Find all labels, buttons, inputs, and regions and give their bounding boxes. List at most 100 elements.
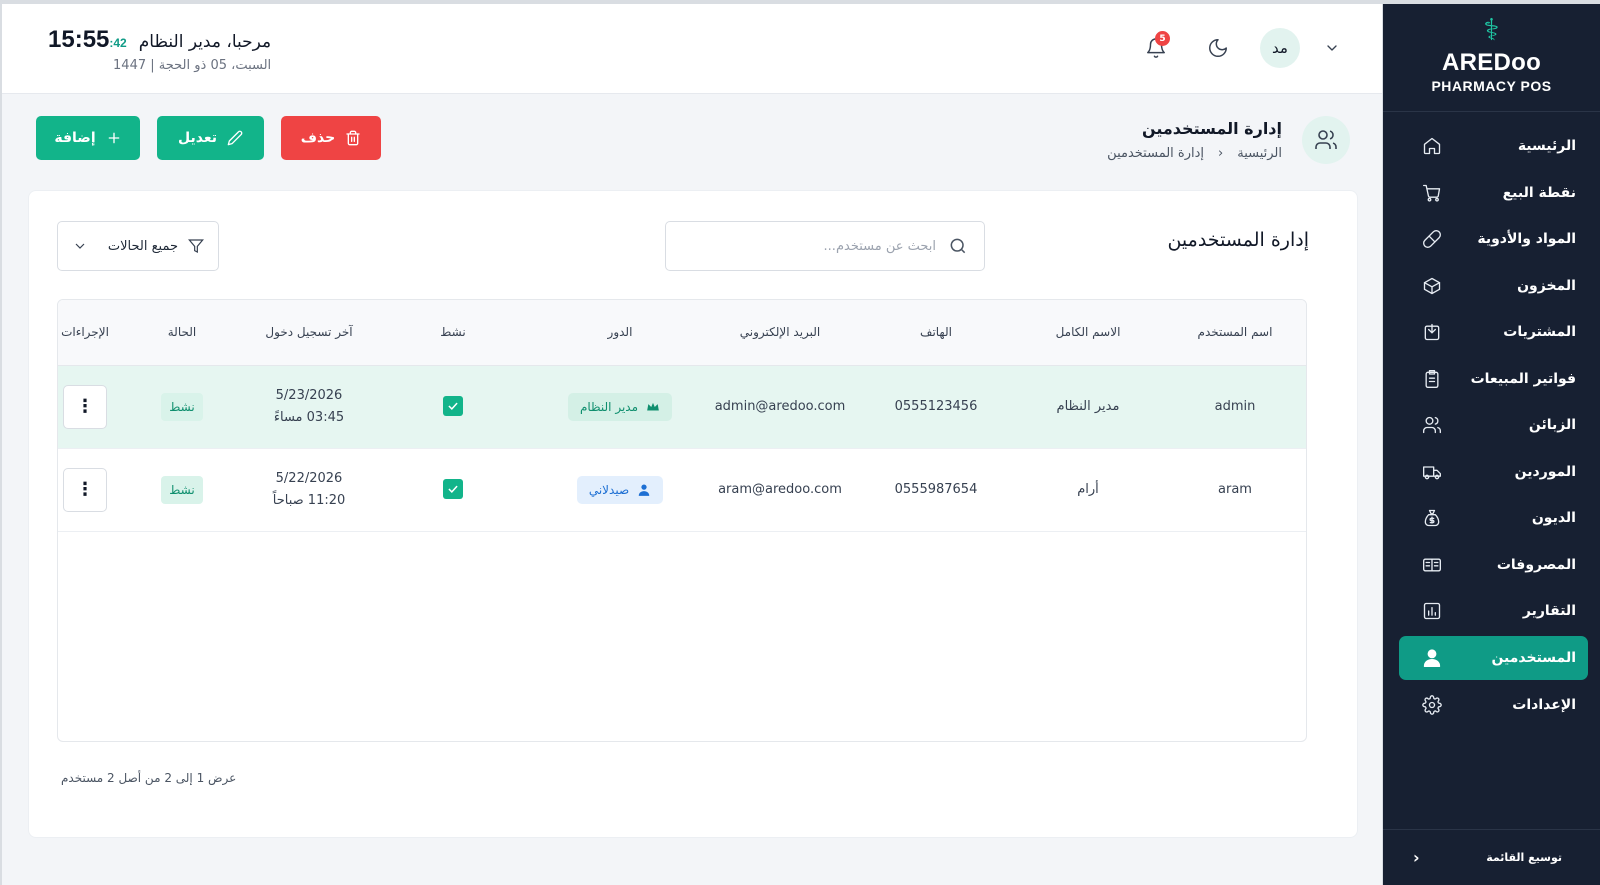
breadcrumb-home[interactable]: الرئيسية	[1237, 146, 1282, 161]
row-actions-button[interactable]: ⋮	[63, 384, 107, 429]
box-icon	[1421, 275, 1443, 297]
cell-actions: ⋮	[58, 448, 112, 532]
user-menu-toggle[interactable]	[1322, 28, 1342, 68]
role-badge-label: مدير النظام	[579, 399, 639, 414]
pencil-icon	[227, 130, 243, 146]
sidebar-item-label: الموردين	[1514, 463, 1576, 480]
more-vertical-icon: ⋮	[76, 478, 94, 500]
sidebar-item-settings[interactable]: الإعدادات	[1399, 683, 1588, 727]
sidebar-item-label: فواتير المبيعات	[1470, 370, 1576, 387]
edit-button[interactable]: تعديل	[157, 116, 264, 160]
cell-role: مدير النظام	[540, 365, 700, 449]
sidebar-item-label: الديون	[1531, 510, 1576, 526]
breadcrumb-separator-icon: ‹	[1218, 146, 1224, 161]
sidebar-item-inventory[interactable]: المخزون	[1399, 264, 1588, 308]
avatar[interactable]: مد	[1260, 28, 1300, 68]
active-checkbox[interactable]	[443, 479, 463, 499]
cell-status: نشط	[112, 365, 252, 449]
chevron-down-icon	[75, 243, 85, 249]
sidebar-item-reports[interactable]: التقارير	[1399, 589, 1588, 633]
column-active[interactable]: نشط	[366, 300, 540, 366]
sidebar-item-debts[interactable]: الديون	[1399, 496, 1588, 540]
column-phone[interactable]: الهاتف	[860, 300, 1012, 366]
sidebar-item-suppliers[interactable]: الموردين	[1399, 450, 1588, 494]
active-checkbox[interactable]	[443, 396, 463, 416]
add-button[interactable]: إضافة	[36, 116, 140, 160]
cell-username: admin	[1164, 365, 1306, 449]
notifications-button[interactable]: 5	[1136, 28, 1176, 68]
sidebar-item-purchases[interactable]: المشتريات	[1399, 310, 1588, 354]
more-vertical-icon: ⋮	[76, 395, 94, 417]
card-title: إدارة المستخدمين	[1167, 229, 1309, 251]
search-box[interactable]	[665, 221, 985, 271]
sidebar-item-customers[interactable]: الزبائن	[1399, 403, 1588, 447]
date-text: السبت، 05 ذو الحجة | 1447	[113, 58, 272, 73]
column-actions: الإجراءات	[58, 300, 112, 366]
expand-sidebar-button[interactable]: توسيع القائمة ‹	[1383, 829, 1600, 885]
theme-toggle-button[interactable]	[1198, 28, 1238, 68]
purchase-icon	[1421, 321, 1443, 343]
role-badge: صيدلاني	[576, 475, 664, 504]
cell-actions: ⋮	[58, 365, 112, 449]
last-login-time: 03:45 مساءً	[273, 409, 345, 425]
sidebar-item-label: التقارير	[1522, 603, 1576, 619]
add-button-label: إضافة	[54, 130, 96, 146]
sidebar-item-pos[interactable]: نقطة البيع	[1399, 171, 1588, 215]
column-fullname[interactable]: الاسم الكامل	[1012, 300, 1164, 366]
brand-subtitle: PHARMACY POS	[1431, 78, 1552, 94]
search-input[interactable]	[686, 238, 936, 254]
brand-name: AREDoo	[1441, 49, 1542, 76]
filter-icon	[188, 239, 204, 253]
cell-role: صيدلاني	[540, 448, 700, 532]
page-header: إدارة المستخدمين الرئيسية ‹ إدارة المستخ…	[2, 116, 1382, 166]
row-actions-button[interactable]: ⋮	[63, 467, 107, 512]
cell-active	[366, 365, 540, 449]
column-email[interactable]: البريد الإلكتروني	[700, 300, 860, 366]
last-login-date: 5/22/2026	[275, 470, 343, 486]
search-icon	[950, 238, 966, 254]
main-area: 15:55:42 مرحبا، مدير النظام السبت، 05 ذو…	[2, 4, 1382, 885]
home-icon	[1421, 135, 1443, 157]
sidebar-item-expenses[interactable]: المصروفات	[1399, 543, 1588, 587]
money-bag-icon	[1421, 507, 1443, 529]
top-bar: 15:55:42 مرحبا، مدير النظام السبت، 05 ذو…	[2, 4, 1382, 94]
sidebar: ⚕ AREDoo PHARMACY POS الرئيسية نقطة البي…	[1383, 4, 1600, 885]
table-header-row: اسم المستخدم الاسم الكامل الهاتف البريد …	[58, 300, 1306, 366]
column-last-login[interactable]: آخر تسجيل دخول	[252, 300, 366, 366]
wallet-icon	[1421, 554, 1443, 576]
caduceus-icon: ⚕	[1483, 13, 1500, 48]
column-status[interactable]: الحالة	[112, 300, 252, 366]
delete-button[interactable]: حذف	[281, 116, 381, 160]
sidebar-item-users[interactable]: المستخدمين	[1399, 636, 1588, 680]
sidebar-item-label: المشتريات	[1503, 324, 1576, 340]
edit-button-label: تعديل	[178, 130, 217, 146]
cell-fullname: مدير النظام	[1012, 365, 1164, 449]
sidebar-item-label: نقطة البيع	[1502, 184, 1576, 201]
status-badge: نشط	[161, 475, 203, 504]
sidebar-item-medicines[interactable]: المواد والأدوية	[1399, 217, 1588, 261]
column-username[interactable]: اسم المستخدم	[1164, 300, 1306, 366]
status-filter-dropdown[interactable]: جميع الحالات	[57, 221, 219, 271]
sidebar-item-label: المخزون	[1517, 277, 1576, 294]
breadcrumb: الرئيسية ‹ إدارة المستخدمين	[1107, 146, 1282, 161]
table-row[interactable]: admin مدير النظام 0555123456 admin@aredo…	[58, 365, 1306, 449]
sidebar-item-home[interactable]: الرئيسية	[1399, 124, 1588, 168]
sidebar-item-sales-invoices[interactable]: فواتير المبيعات	[1399, 357, 1588, 401]
sidebar-item-label: الرئيسية	[1517, 138, 1576, 154]
cell-phone: 0555123456	[860, 365, 1012, 449]
clock-seconds: :42	[109, 36, 127, 50]
cell-status: نشط	[112, 448, 252, 532]
column-role[interactable]: الدور	[540, 300, 700, 366]
users-table: اسم المستخدم الاسم الكامل الهاتف البريد …	[57, 299, 1307, 742]
cell-username: aram	[1164, 448, 1306, 532]
brand: ⚕ AREDoo PHARMACY POS	[1383, 4, 1600, 112]
cart-icon	[1421, 182, 1443, 204]
table-row[interactable]: aram أرام 0555987654 aram@aredoo.com صيد…	[58, 448, 1306, 532]
clock: 15:55:42	[48, 26, 127, 54]
users-icon	[1421, 414, 1443, 436]
moon-icon	[1209, 39, 1227, 57]
role-badge: مدير النظام	[567, 392, 673, 421]
users-icon	[1302, 116, 1350, 164]
cell-fullname: أرام	[1012, 448, 1164, 532]
sidebar-nav: الرئيسية نقطة البيع المواد والأدوية المخ…	[1383, 112, 1600, 727]
